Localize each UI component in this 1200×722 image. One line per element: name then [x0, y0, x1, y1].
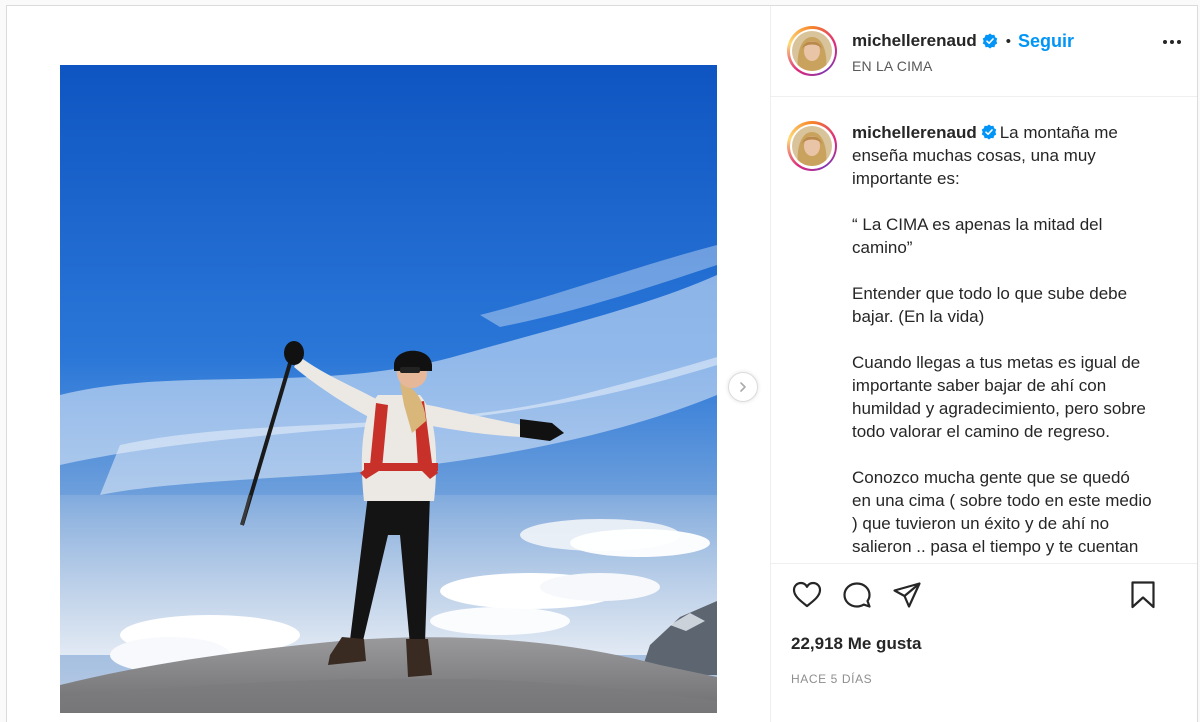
caption-avatar[interactable] [787, 121, 837, 171]
more-options-icon[interactable] [1163, 40, 1181, 44]
post-header: michellerenaud • Seguir EN LA CIMA [771, 6, 1197, 97]
separator-dot: • [1005, 32, 1011, 50]
post-photo[interactable] [60, 65, 717, 713]
save-button[interactable] [1127, 579, 1159, 611]
caption-paragraph: “ La CIMA es apenas la mitad del camino” [852, 215, 1103, 257]
caption-text: michellerenaud La montaña me enseña mucha… [852, 121, 1152, 563]
avatar-image [792, 31, 832, 71]
likes-count[interactable]: 22,918 Me gusta [771, 626, 1197, 654]
caption-paragraph: michellerenaud La montaña me enseña mucha… [852, 121, 1152, 190]
caption-username[interactable]: michellerenaud [852, 123, 977, 142]
post-timestamp[interactable]: HACE 5 DÍAS [771, 654, 1197, 686]
like-button[interactable] [791, 579, 823, 611]
comment-button[interactable] [841, 579, 873, 611]
caption-paragraph: Entender que todo lo que sube debe bajar… [852, 284, 1128, 326]
next-photo-button[interactable] [728, 372, 758, 402]
follow-button[interactable]: Seguir [1018, 31, 1074, 52]
heart-icon [792, 581, 822, 608]
mountain-summit-photo [60, 65, 717, 713]
post-username[interactable]: michellerenaud [852, 31, 977, 51]
verified-badge-icon [982, 33, 997, 49]
caption-section: michellerenaud La montaña me enseña mucha… [771, 97, 1197, 564]
caption-paragraph: Conozco mucha gente que se quedó en una … [852, 468, 1152, 563]
comment-icon [843, 582, 871, 608]
post-media-panel [7, 6, 771, 722]
share-icon [893, 582, 921, 608]
instagram-post: michellerenaud • Seguir EN LA CIMA miche… [6, 5, 1198, 722]
avatar-image [792, 126, 832, 166]
caption-paragraph: Cuando llegas a tus metas es igual de im… [852, 353, 1146, 441]
action-bar [771, 564, 1197, 626]
post-sidebar: michellerenaud • Seguir EN LA CIMA miche… [771, 6, 1197, 722]
bookmark-icon [1131, 581, 1155, 609]
share-button[interactable] [891, 579, 923, 611]
post-location[interactable]: EN LA CIMA [852, 58, 1074, 74]
avatar[interactable] [787, 26, 837, 76]
chevron-right-icon [740, 382, 746, 392]
verified-badge-icon [981, 124, 996, 140]
